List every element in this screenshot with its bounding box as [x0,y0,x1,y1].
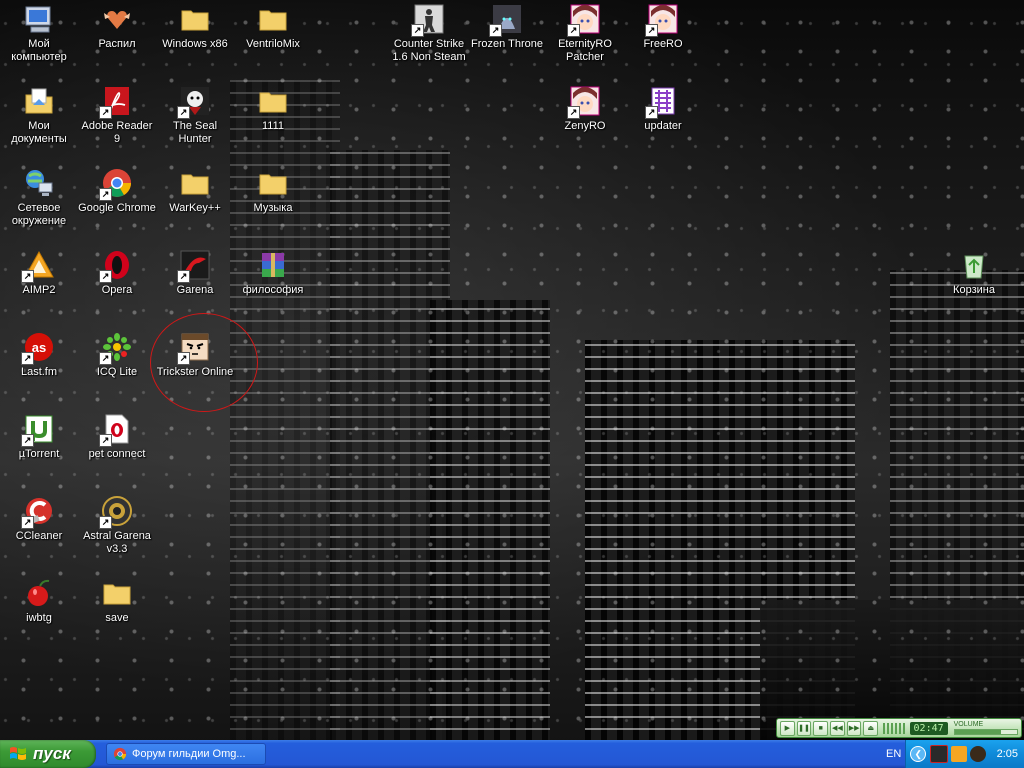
desktop-icon-iwbtg[interactable]: iwbtg [0,577,78,625]
my-computer-icon [23,3,55,35]
desktop-icon-eternityro-patcher[interactable]: ↗ EternityRO Patcher [546,3,624,64]
desktop-icon-music[interactable]: Музыка [234,167,312,215]
ccleaner-icon: ↗ [21,495,55,529]
taskbar-item-label: Форум гильдии Omg... [132,748,246,760]
garena-icon: ↗ [177,249,211,283]
desktop-icon-updater[interactable]: ↗ updater [624,85,702,133]
chrome-icon [113,747,127,761]
aimp-volume-slider[interactable]: VOLUME [953,721,1019,735]
trickster-face-icon: ↗ [177,331,211,365]
adobe-reader-icon: ↗ [99,85,133,119]
aimp-tray-icon[interactable] [951,746,968,762]
aimp-volume-fill [954,730,1002,734]
windows-logo-icon [10,747,26,760]
desktop-icon-lastfm[interactable]: as ↗ Last.fm [0,331,78,379]
aimp-eject-button[interactable]: ⏏ [863,720,879,736]
folder-icon [179,167,211,199]
desktop-icon-ccleaner[interactable]: ↗ CCleaner [0,495,78,543]
updater-icon: ↗ [645,85,679,119]
iwbtg-cherry-icon [23,577,55,609]
anime-face-icon: ↗ [567,85,601,119]
show-hidden-icons-chevron-icon[interactable]: ❮ [910,746,927,762]
folder-icon [101,577,133,609]
app-tray-icon[interactable] [970,746,987,762]
desktop-icon-philosophy[interactable]: философия [234,249,312,297]
desktop-icon-windows-x86[interactable]: Windows x86 [156,3,234,51]
desktop-icon-utorrent[interactable]: ↗ µTorrent [0,413,78,461]
desktop-icon-recycle-bin[interactable]: Корзина [935,249,1013,297]
desktop-icon-icq-lite[interactable]: ↗ ICQ Lite [78,331,156,379]
desktop-icon-save[interactable]: save [78,577,156,625]
taskbar: пуск Форум гильдии Omg... EN ❮ 2:05 [0,740,1024,768]
desktop-icon-raspil[interactable]: Распил [78,3,156,51]
utorrent-icon: ↗ [21,413,55,447]
heart-wings-icon [101,3,133,35]
folder-icon [257,167,289,199]
start-label: пуск [33,744,71,763]
aimp-stop-button[interactable]: ■ [813,720,829,736]
winrar-icon [257,249,289,281]
my-documents-icon [23,85,55,117]
desktop[interactable]: Мой компьютер Распил Windows x86 Ventril… [0,0,1024,768]
anime-face-icon: ↗ [567,3,601,37]
aimp-icon: ↗ [21,249,55,283]
notification-area: ❮ 2:05 [905,740,1024,768]
clock[interactable]: 2:05 [997,748,1018,760]
desktop-icon-trickster-online[interactable]: ↗ Trickster Online [156,331,234,379]
folder-icon [257,85,289,117]
desktop-icon-opera[interactable]: ↗ Opera [78,249,156,297]
desktop-icon-my-documents[interactable]: Мои документы [0,85,78,146]
chrome-icon: ↗ [99,167,133,201]
desktop-icon-google-chrome[interactable]: ↗ Google Chrome [78,167,156,215]
desktop-icon-astral-garena[interactable]: ↗ Astral Garena v3.3 [78,495,156,556]
aimp-time-display: 02:47 [909,721,948,735]
taskbar-item-chrome-forum[interactable]: Форум гильдии Omg... [106,743,266,765]
folder-icon [257,3,289,35]
language-indicator[interactable]: EN [886,748,901,760]
folder-icon [179,3,211,35]
icq-icon: ↗ [99,331,133,365]
desktop-icon-garena[interactable]: ↗ Garena [156,249,234,297]
frozen-throne-icon: ↗ [489,3,523,37]
lastfm-icon: as ↗ [21,331,55,365]
aimp-volume-label: VOLUME [953,721,984,728]
aimp-volume-track[interactable] [953,729,1019,735]
desktop-icon-aimp2[interactable]: ↗ AIMP2 [0,249,78,297]
desktop-icon-adobe-reader[interactable]: ↗ Adobe Reader 9 [78,85,156,146]
aimp-pause-button[interactable]: ❚❚ [796,720,812,736]
desktop-icon-counter-strike[interactable]: ↗ Counter Strike 1.6 Non Steam [390,3,468,64]
recycle-bin-icon [958,249,990,281]
start-button[interactable]: пуск [0,740,96,768]
seal-hunter-icon: ↗ [177,85,211,119]
desktop-icon-frozen-throne[interactable]: ↗ Frozen Throne [468,3,546,51]
opera-icon: ↗ [99,249,133,283]
desktop-icon-warkey[interactable]: WarKey++ [156,167,234,215]
aimp-mini-player[interactable]: ▶ ❚❚ ■ ◀◀ ▶▶ ⏏ 02:47 VOLUME [776,718,1022,738]
desktop-icon-ventrilomix[interactable]: VentriloMix [234,3,312,51]
desktop-icon-zenyro[interactable]: ↗ ZenyRO [546,85,624,133]
desktop-icon-freero[interactable]: ↗ FreeRO [624,3,702,51]
desktop-icon-network[interactable]: Сетевое окружение [0,167,78,228]
opera-document-icon: ↗ [99,413,133,447]
counter-strike-icon: ↗ [411,3,445,37]
desktop-icon-1111[interactable]: 1111 [234,85,312,133]
network-icon [23,167,55,199]
desktop-icon-seal-hunter[interactable]: ↗ The Seal Hunter [156,85,234,146]
desktop-icon-pet-connect[interactable]: ↗ pet connect [78,413,156,461]
desktop-icon-my-computer[interactable]: Мой компьютер [0,3,78,64]
system-tray: EN ❮ 2:05 [878,740,1024,768]
aimp-play-button[interactable]: ▶ [780,720,795,736]
aimp-previous-button[interactable]: ◀◀ [830,720,845,736]
garena-tray-icon[interactable] [930,745,949,763]
astral-garena-icon: ↗ [99,495,133,529]
anime-face-icon: ↗ [645,3,679,37]
aimp-visualizer [883,722,907,734]
aimp-next-button[interactable]: ▶▶ [846,720,862,736]
